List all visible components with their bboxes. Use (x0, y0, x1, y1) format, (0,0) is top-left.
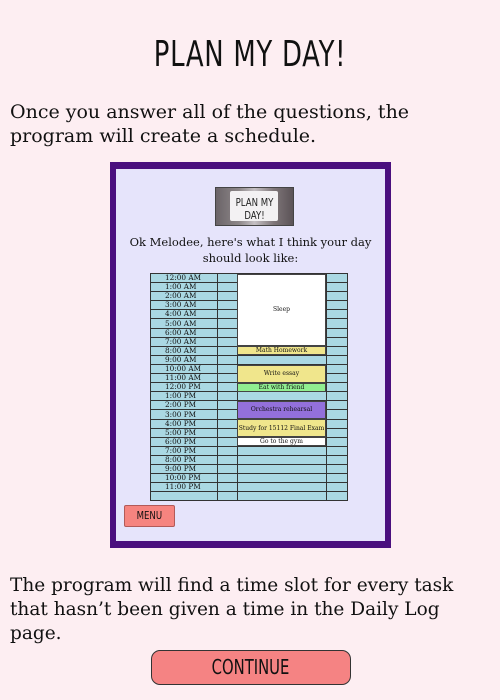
task-block: Study for 15112 Final Exam (237, 419, 326, 438)
preview-screen: PLAN MY DAY! Ok Melodee, here's what I t… (116, 169, 385, 541)
hour-label: 11:00 AM (165, 373, 202, 383)
hour-label: 4:00 AM (165, 309, 197, 319)
hour-label: 12:00 PM (165, 382, 201, 392)
task-block: Go to the gym (237, 437, 326, 447)
schedule-row: 11:00 PM (151, 482, 347, 493)
hour-label: 7:00 AM (165, 336, 197, 346)
menu-button: MENU (124, 505, 175, 527)
task-block: Eat with friend (237, 382, 326, 392)
continue-label: CONTINUE (212, 655, 290, 679)
task-block: Math Homework (237, 346, 326, 356)
hour-label: 5:00 AM (165, 318, 197, 328)
app-logo: PLAN MY DAY! (215, 187, 294, 226)
logo-text: PLAN MY DAY! (235, 196, 274, 222)
schedule-preview-image: PLAN MY DAY! Ok Melodee, here's what I t… (110, 162, 391, 548)
hour-label: 8:00 PM (165, 455, 197, 464)
task-block: Sleep (237, 273, 326, 347)
page-title: PLAN MY DAY! (153, 34, 347, 75)
hour-label: 10:00 PM (165, 473, 201, 483)
hour-label: 6:00 PM (165, 436, 197, 446)
hour-label: 3:00 PM (165, 409, 197, 419)
hour-label: 11:00 PM (165, 482, 201, 492)
hour-label: 6:00 AM (165, 327, 197, 337)
hour-label: 9:00 AM (165, 354, 197, 364)
hour-label: 1:00 AM (165, 282, 197, 292)
hour-label: 8:00 AM (165, 345, 197, 355)
hour-label: 2:00 PM (165, 400, 197, 410)
hour-label: 2:00 AM (165, 291, 197, 301)
intro-text: Once you answer all of the questions, th… (10, 101, 410, 147)
hour-label: 3:00 AM (165, 300, 197, 310)
outro-text: The program will find a time slot for ev… (10, 575, 454, 644)
schedule-grid: 12:00 AM 1:00 AM 2:00 AM 3:00 AM 4:00 AM 5:00… (150, 273, 348, 501)
hour-label: 4:00 PM (165, 418, 197, 428)
continue-button[interactable]: CONTINUE (151, 650, 351, 685)
task-block: Orchestra rehearsal (237, 400, 326, 420)
hour-label: 7:00 PM (165, 445, 197, 455)
hour-label: 9:00 PM (165, 464, 197, 474)
hour-label: 10:00 AM (165, 364, 202, 373)
preview-message: Ok Melodee, here's what I think your day… (129, 235, 372, 265)
hour-label: 1:00 PM (165, 391, 197, 401)
hour-label: 5:00 PM (165, 427, 197, 437)
task-block: Write essay (237, 364, 326, 383)
hour-label: 12:00 AM (165, 273, 202, 282)
